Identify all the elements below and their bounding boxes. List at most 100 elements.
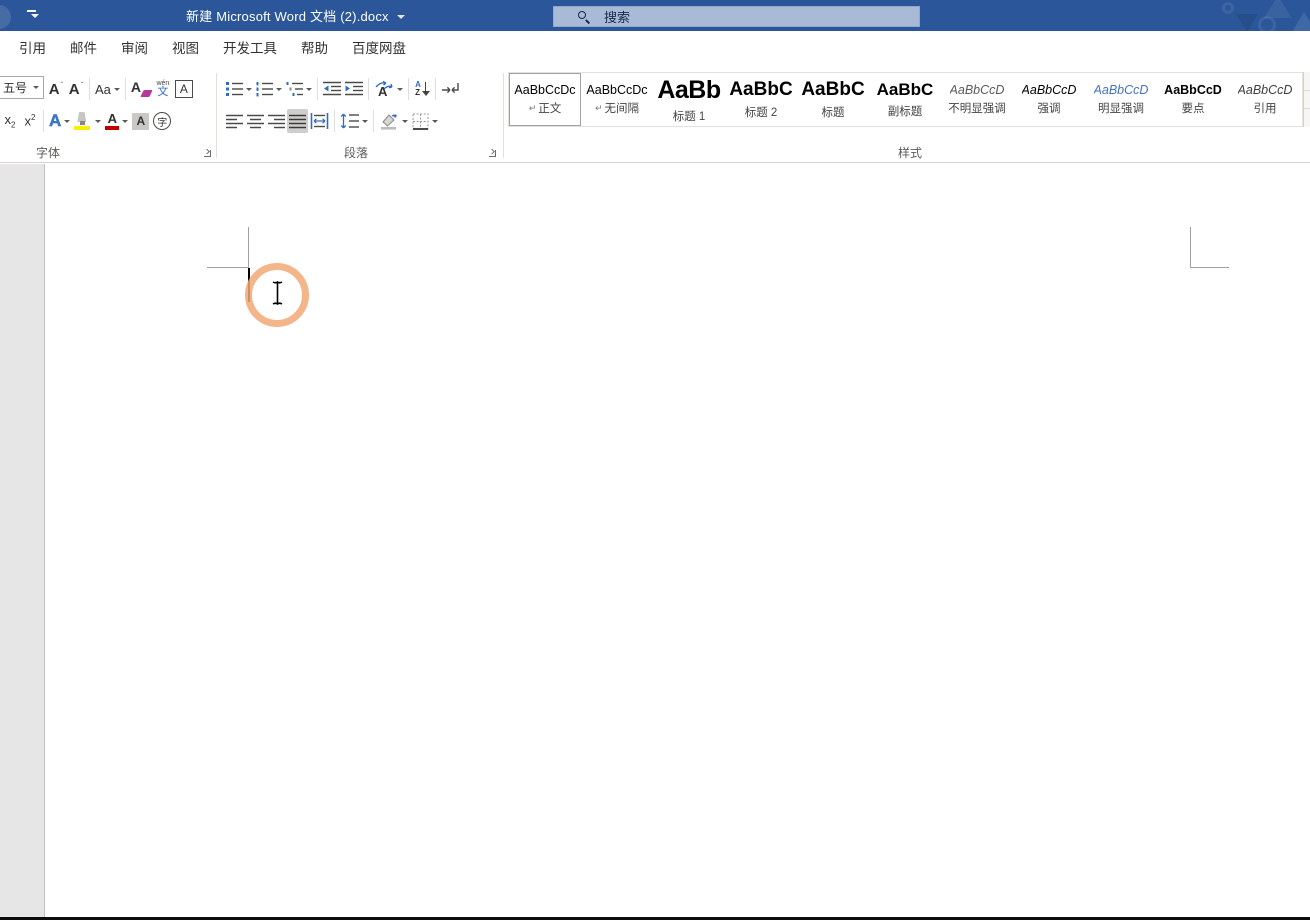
quick-access-button[interactable]	[0, 5, 11, 29]
show-hide-marks-button[interactable]	[439, 77, 463, 101]
change-case-button[interactable]: Aa	[93, 77, 122, 101]
font-size-dropdown-icon[interactable]	[29, 86, 43, 89]
style-name: 引用	[1253, 103, 1277, 115]
ribbon-tab-7[interactable]: 百度网盘	[340, 31, 418, 63]
style-name: ↵ 无间隔	[594, 102, 640, 116]
style-name: 副标题	[887, 106, 923, 118]
style-tile-10[interactable]: AaBbCcD 引用	[1229, 73, 1301, 126]
document-title-text: 新建 Microsoft Word 文档 (2).docx	[186, 9, 389, 24]
style-tile-5[interactable]: AaBbC 副标题	[869, 73, 941, 126]
document-left-margin-strip	[0, 164, 45, 917]
align-left-button[interactable]	[224, 109, 245, 133]
style-tile-2[interactable]: AaBb 标题 1	[653, 73, 725, 126]
shrink-font-button[interactable]: Aˇ	[66, 77, 86, 101]
paragraph-group-label: 段落	[344, 146, 369, 160]
style-preview: AaBb	[657, 75, 721, 104]
font-size-combobox[interactable]: 五号	[0, 76, 44, 99]
ribbon-tab-6[interactable]: 帮助	[289, 31, 340, 63]
document-title: 新建 Microsoft Word 文档 (2).docx	[186, 0, 405, 31]
multilevel-list-icon	[286, 82, 303, 96]
increase-indent-button[interactable]	[343, 77, 365, 101]
asian-layout-button[interactable]: A	[372, 77, 405, 101]
phonetic-guide-icon: wén 文	[156, 80, 170, 98]
show-hide-marks-icon	[442, 83, 459, 94]
ribbon-tab-3[interactable]: 审阅	[109, 31, 160, 63]
title-dropdown-caret-icon[interactable]	[396, 14, 405, 19]
margin-cropmark-left-horizontal	[207, 267, 249, 268]
ribbon-tab-5[interactable]: 开发工具	[211, 31, 289, 63]
ribbon-tab-0[interactable]: 布局	[0, 31, 7, 63]
style-tile-3[interactable]: AaBbC 标题 2	[725, 73, 797, 126]
margin-cropmark-right-vertical	[1190, 227, 1191, 268]
margin-cropmark-right-horizontal	[1190, 267, 1229, 268]
distribute-button[interactable]	[308, 109, 331, 133]
align-right-button[interactable]	[266, 109, 287, 133]
increase-indent-icon	[345, 81, 363, 96]
style-preview: AaBbC	[801, 79, 865, 100]
numbering-button[interactable]	[254, 77, 284, 101]
style-name: 标题	[821, 107, 845, 119]
multilevel-list-button[interactable]	[284, 77, 314, 101]
ribbon-tab-4[interactable]: 视图	[160, 31, 211, 63]
style-preview: AaBbCcD	[1164, 83, 1222, 97]
shading-button[interactable]	[377, 109, 410, 133]
ribbon-tab-row: 布局引用邮件审阅视图开发工具帮助百度网盘	[0, 31, 1310, 63]
character-shading-button[interactable]: A	[130, 109, 151, 133]
text-effects-button[interactable]: A	[47, 109, 72, 133]
search-placeholder: 搜索	[604, 10, 631, 25]
paragraph-dialog-launcher[interactable]	[486, 147, 498, 159]
shrink-font-icon: A	[68, 80, 80, 98]
style-preview: AaBbCcDc	[514, 83, 576, 97]
styles-gallery-scrollbar[interactable]	[1303, 72, 1310, 127]
style-tile-0[interactable]: AaBbCcDc ↵ 正文	[509, 73, 581, 126]
ribbon-tab-2[interactable]: 邮件	[58, 31, 109, 63]
align-right-icon	[268, 114, 285, 128]
line-spacing-button[interactable]	[338, 109, 370, 133]
group-separator	[503, 73, 504, 158]
styles-gallery: AaBbCcDc ↵ 正文 AaBbCcDc ↵ 无间隔 AaBb 标题 1 AaBbC 标题 2…	[508, 72, 1303, 127]
superscript-button[interactable]: x2	[20, 109, 40, 133]
document-area[interactable]	[0, 164, 1310, 917]
ibeam-cursor-icon	[272, 281, 283, 305]
subscript-button[interactable]: x2	[0, 109, 20, 133]
style-tile-7[interactable]: AaBbCcD 强调	[1013, 73, 1085, 126]
style-tile-8[interactable]: AaBbCcD 明显强调	[1085, 73, 1157, 126]
phonetic-guide-button[interactable]: wén 文	[153, 77, 173, 101]
style-tile-4[interactable]: AaBbC 标题	[797, 73, 869, 126]
style-tile-1[interactable]: AaBbCcDc ↵ 无间隔	[581, 73, 653, 126]
title-bar: 新建 Microsoft Word 文档 (2).docx 搜索	[0, 0, 1310, 31]
ribbon-tab-1[interactable]: 引用	[7, 31, 58, 63]
font-dialog-launcher[interactable]	[201, 147, 213, 159]
customize-qat-icon[interactable]	[26, 9, 39, 21]
style-name: 标题 2	[744, 107, 778, 119]
style-tile-6[interactable]: AaBbCcD 不明显强调	[941, 73, 1013, 126]
clear-formatting-icon: A	[131, 79, 153, 99]
sort-button[interactable]: A Z	[412, 77, 432, 101]
text-highlight-icon	[74, 112, 92, 130]
borders-button[interactable]	[410, 109, 440, 133]
grow-font-button[interactable]: Aˆ	[46, 77, 66, 101]
svg-text:A: A	[378, 84, 388, 98]
search-input[interactable]: 搜索	[553, 6, 920, 27]
text-highlight-button[interactable]	[72, 109, 103, 133]
justify-button[interactable]	[287, 109, 308, 133]
clear-formatting-button[interactable]: A	[129, 77, 153, 101]
titlebar-decoration	[1190, 0, 1310, 31]
style-tile-9[interactable]: AaBbCcD 要点	[1157, 73, 1229, 126]
style-preview: AaBbCcD	[949, 83, 1005, 97]
style-preview: AaBbCcD	[1093, 83, 1149, 97]
style-name: 不明显强调	[948, 103, 1006, 115]
bullets-button[interactable]	[224, 77, 254, 101]
grow-font-icon: A	[48, 80, 60, 98]
paragraph-mark-icon: ↵	[528, 102, 537, 113]
numbering-icon	[256, 82, 273, 97]
enclose-characters-button[interactable]: 字	[151, 109, 173, 133]
decrease-indent-button[interactable]	[321, 77, 343, 101]
line-spacing-icon	[340, 113, 359, 129]
character-border-button[interactable]: A	[173, 77, 195, 101]
align-center-button[interactable]	[245, 109, 266, 133]
grow-caret: ˆ	[60, 80, 64, 90]
font-color-button[interactable]: A	[103, 109, 130, 133]
style-name: 明显强调	[1098, 103, 1144, 115]
bullets-icon	[226, 82, 243, 96]
